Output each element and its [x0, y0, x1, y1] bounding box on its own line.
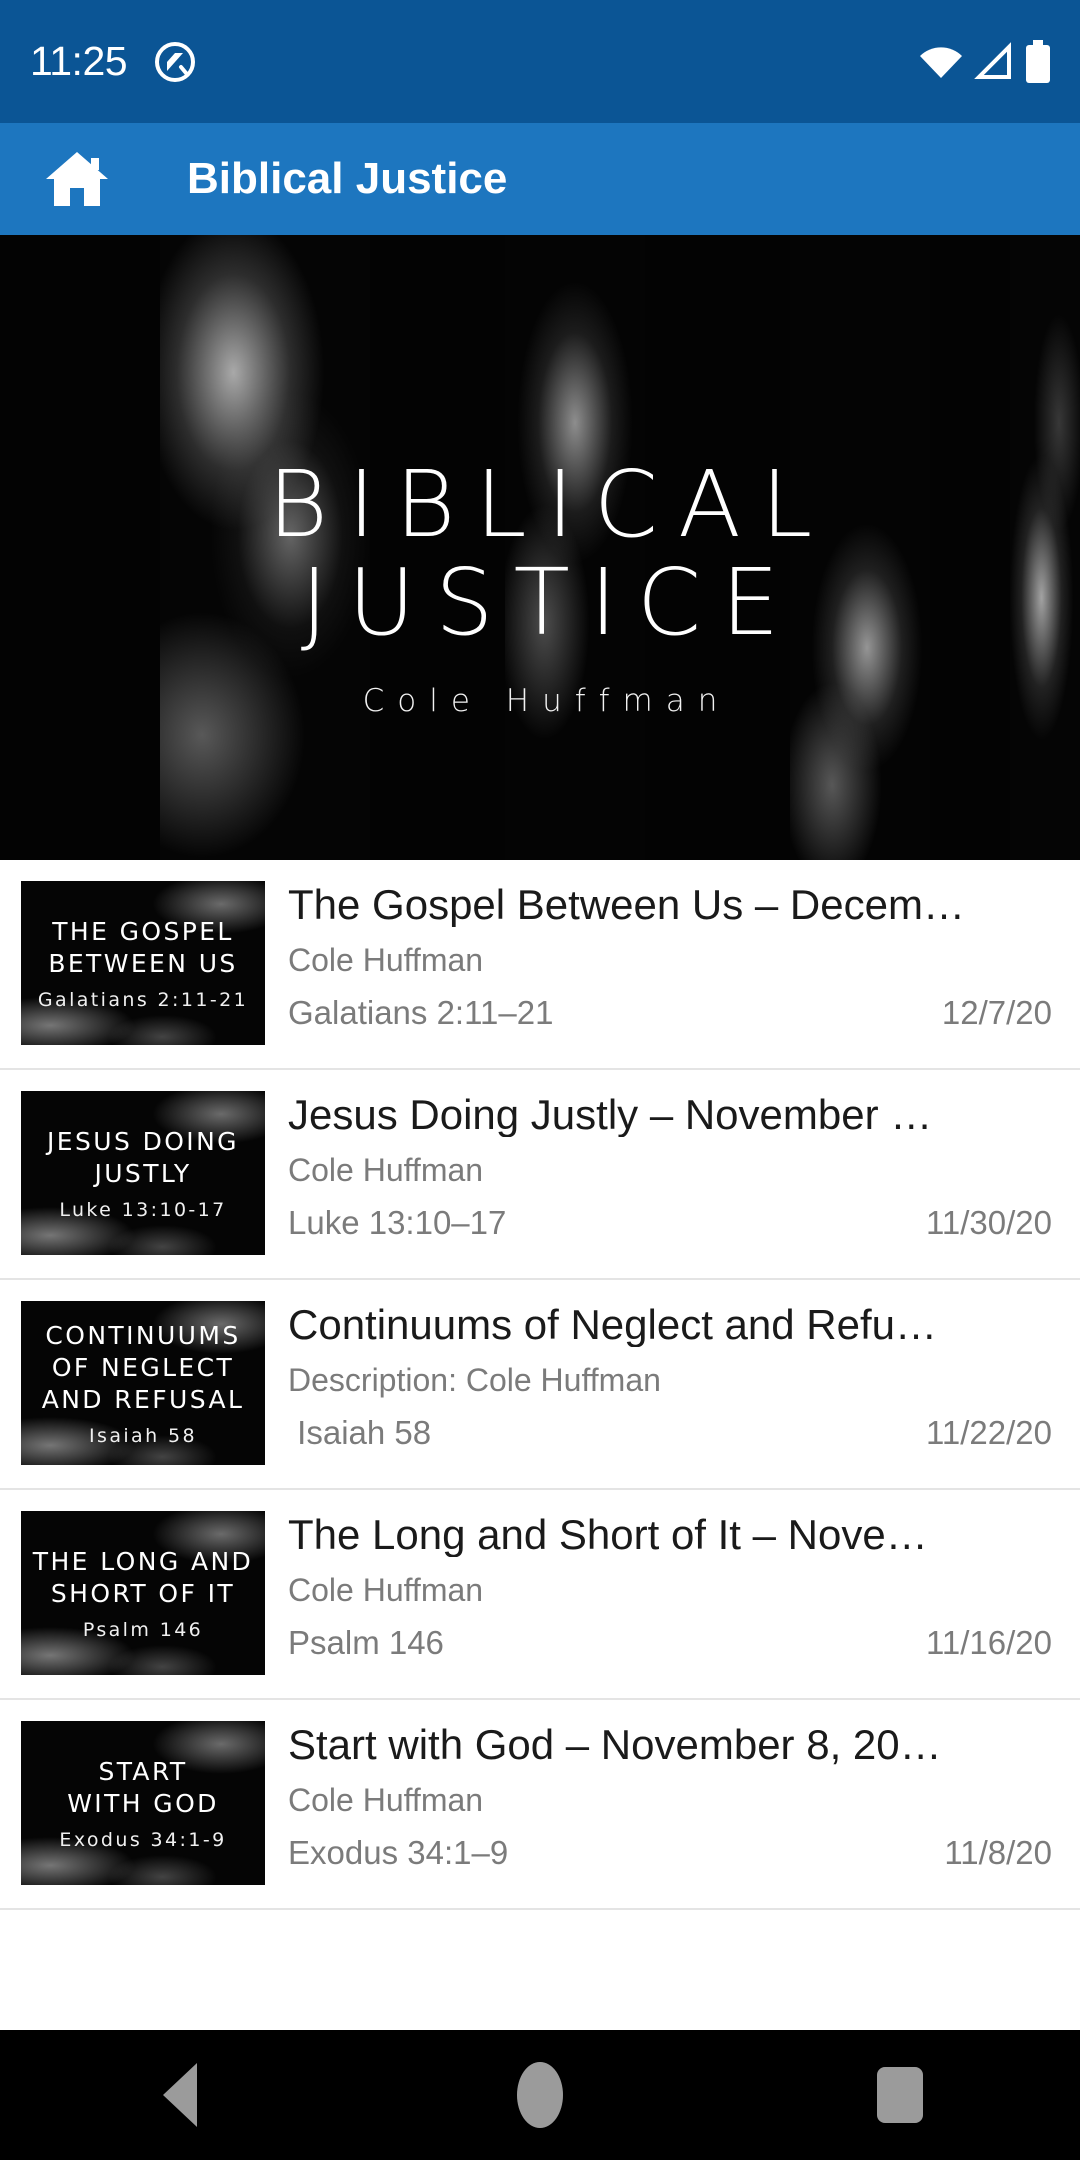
status-bar-left: 11:25	[30, 40, 197, 84]
sermon-speaker: Description: Cole Huffman	[288, 1362, 661, 1399]
thumbnail-scripture: Galatians 2:11-21	[37, 988, 249, 1011]
thumbnail-text: THE LONG AND SHORT OF IT Psalm 146	[21, 1546, 265, 1641]
thumbnail-title: THE GOSPEL BETWEEN US	[48, 916, 238, 978]
sermon-list-item[interactable]: THE GOSPEL BETWEEN US Galatians 2:11-21 Th…	[0, 860, 1080, 1070]
thumbnail-text: CONTINUUMS OF NEGLECT AND REFUSAL Isaiah …	[21, 1320, 265, 1447]
sermon-meta-row: Psalm 146 11/16/20	[288, 1624, 1054, 1662]
sermon-list-item[interactable]: JESUS DOING JUSTLY Luke 13:10-17 Jesus Doi…	[0, 1070, 1080, 1280]
sermon-meta-row: Galatians 2:11–21 12/7/20	[288, 994, 1054, 1032]
sermon-thumbnail: THE GOSPEL BETWEEN US Galatians 2:11-21	[21, 881, 265, 1045]
wifi-icon	[918, 40, 964, 84]
home-button[interactable]	[465, 2030, 615, 2160]
sermon-list-item[interactable]: CONTINUUMS OF NEGLECT AND REFUSAL Isaiah …	[0, 1280, 1080, 1490]
recents-square-icon	[877, 2067, 923, 2123]
home-circle-icon	[517, 2062, 563, 2128]
sermon-thumbnail: START WITH GOD Exodus 34:1-9	[21, 1721, 265, 1885]
sermon-list[interactable]: THE GOSPEL BETWEEN US Galatians 2:11-21 Th…	[0, 860, 1080, 2030]
phone-screen: 11:25 Biblical Justice BIBLICAL JUSTICE …	[0, 0, 1080, 2160]
sermon-title: The Gospel Between Us – Decem…	[288, 883, 965, 928]
sermon-scripture: Exodus 34:1–9	[288, 1834, 509, 1872]
back-triangle-icon	[163, 2063, 197, 2127]
sermon-thumbnail: CONTINUUMS OF NEGLECT AND REFUSAL Isaiah …	[21, 1301, 265, 1465]
thumbnail-scripture: Psalm 146	[82, 1618, 204, 1641]
sermon-speaker: Cole Huffman	[288, 1152, 484, 1189]
sermon-speaker: Cole Huffman	[288, 1572, 484, 1609]
sermon-scripture: Luke 13:10–17	[288, 1204, 507, 1242]
status-clock: 11:25	[30, 38, 128, 84]
status-bar: 11:25	[0, 0, 1080, 123]
sermon-list-item[interactable]: START WITH GOD Exodus 34:1-9 Start with Go…	[0, 1700, 1080, 1910]
thumbnail-scripture: Exodus 34:1-9	[59, 1828, 227, 1851]
sermon-meta-row: Exodus 34:1–9 11/8/20	[288, 1834, 1054, 1872]
sermon-scripture: Isaiah 58	[288, 1414, 432, 1452]
sermon-date: 11/30/20	[925, 1204, 1052, 1242]
hero-text-block: BIBLICAL JUSTICE Cole Huffman	[0, 235, 1080, 860]
notification-circle-icon	[153, 40, 197, 84]
sermon-details: Jesus Doing Justly – November … Cole Huff…	[265, 1091, 1054, 1242]
hero-title-line-2: JUSTICE	[300, 548, 800, 656]
sermon-date: 11/8/20	[944, 1834, 1052, 1872]
sermon-thumbnail: THE LONG AND SHORT OF IT Psalm 146	[21, 1511, 265, 1675]
sermon-details: The Long and Short of It – Nove… Cole Huf…	[265, 1511, 1054, 1662]
sermon-title: Continuums of Neglect and Refu…	[288, 1303, 938, 1348]
sermon-date: 11/22/20	[925, 1414, 1052, 1452]
thumbnail-title: THE LONG AND SHORT OF IT	[32, 1546, 254, 1608]
thumbnail-text: THE GOSPEL BETWEEN US Galatians 2:11-21	[21, 916, 265, 1011]
sermon-details: The Gospel Between Us – Decem… Cole Huffm…	[265, 881, 1054, 1032]
sermon-details: Start with God – November 8, 20… Cole Huf…	[265, 1721, 1054, 1872]
thumbnail-title: JESUS DOING JUSTLY	[47, 1126, 239, 1188]
sermon-speaker: Cole Huffman	[288, 942, 484, 979]
sermon-scripture: Galatians 2:11–21	[288, 994, 554, 1032]
thumbnail-text: START WITH GOD Exodus 34:1-9	[21, 1756, 265, 1851]
app-bar: Biblical Justice	[0, 123, 1080, 235]
home-icon[interactable]	[44, 148, 110, 210]
thumbnail-scripture: Isaiah 58	[89, 1424, 197, 1447]
app-bar-title: Biblical Justice	[187, 154, 508, 203]
sermon-scripture: Psalm 146	[288, 1624, 444, 1662]
sermon-date: 11/16/20	[925, 1624, 1052, 1662]
sermon-title: The Long and Short of It – Nove…	[288, 1513, 928, 1558]
sermon-list-item[interactable]: THE LONG AND SHORT OF IT Psalm 146 The Lon…	[0, 1490, 1080, 1700]
sermon-details: Continuums of Neglect and Refu… Descripti…	[265, 1301, 1054, 1452]
sermon-speaker: Cole Huffman	[288, 1782, 484, 1819]
sermon-meta-row: Isaiah 58 11/22/20	[288, 1414, 1054, 1452]
cellular-signal-icon	[970, 40, 1016, 84]
battery-icon	[1022, 39, 1054, 85]
list-bottom-space	[0, 1910, 1080, 2030]
thumbnail-text: JESUS DOING JUSTLY Luke 13:10-17	[21, 1126, 265, 1221]
sermon-date: 12/7/20	[941, 994, 1052, 1032]
sermon-title: Jesus Doing Justly – November …	[288, 1093, 933, 1138]
hero-subtitle: Cole Huffman	[362, 682, 731, 719]
sermon-meta-row: Luke 13:10–17 11/30/20	[288, 1204, 1054, 1242]
thumbnail-scripture: Luke 13:10-17	[59, 1198, 227, 1221]
series-hero-banner: BIBLICAL JUSTICE Cole Huffman	[0, 235, 1080, 860]
status-bar-right	[918, 39, 1054, 85]
sermon-thumbnail: JESUS DOING JUSTLY Luke 13:10-17	[21, 1091, 265, 1255]
android-navigation-bar	[0, 2030, 1080, 2160]
hero-title-line-1: BIBLICAL	[267, 450, 833, 558]
thumbnail-title: CONTINUUMS OF NEGLECT AND REFUSAL	[41, 1320, 245, 1414]
recents-button[interactable]	[825, 2030, 975, 2160]
sermon-title: Start with God – November 8, 20…	[288, 1723, 942, 1768]
thumbnail-title: START WITH GOD	[67, 1756, 219, 1818]
back-button[interactable]	[105, 2030, 255, 2160]
